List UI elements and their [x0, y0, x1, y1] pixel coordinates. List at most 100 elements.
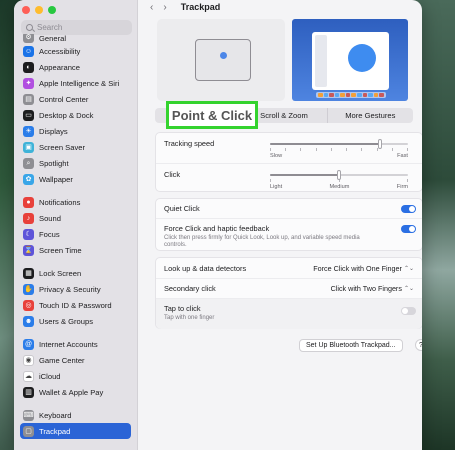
sidebar-item-label: Users & Groups: [39, 316, 94, 326]
sidebar-item-wallpaper[interactable]: ✿ Wallpaper: [20, 171, 131, 187]
search-placeholder: Search: [37, 23, 63, 32]
tracking-speed-knob[interactable]: [378, 139, 383, 149]
sidebar-list: ⚙ General ☺ Accessibility ◐ Appearance ✦ Apple …: [20, 34, 131, 439]
search-icon: [26, 24, 33, 31]
sidebar-item-label: Spotlight: [39, 158, 69, 168]
search-input[interactable]: Search: [21, 20, 132, 35]
force-click-label: Force Click and haptic feedback: [164, 224, 270, 233]
click-slider[interactable]: Light Medium Firm: [270, 170, 408, 190]
focus-icon: ☾: [23, 228, 34, 240]
popups-group: Look up & data detectors Force Click wit…: [155, 257, 422, 329]
tracking-speed-row: Tracking speed Slow Fast: [156, 133, 422, 163]
quiet-click-label: Quiet Click: [164, 204, 200, 213]
tap-to-click-label: Tap to click: [164, 304, 201, 313]
sidebar-item-appearance[interactable]: ◐ Appearance: [20, 59, 131, 75]
chevron-updown-icon: ⌃⌄: [403, 286, 414, 292]
page-title: Trackpad: [180, 2, 221, 12]
tracking-speed-slider[interactable]: Slow Fast: [270, 139, 408, 159]
firm-label: Firm: [396, 184, 408, 190]
sidebar-item-label: Trackpad: [39, 426, 71, 436]
sidebar-item-accessibility[interactable]: ☺ Accessibility: [20, 43, 131, 59]
privacy-icon: ✋: [23, 283, 34, 295]
sidebar-item-label: Desktop & Dock: [39, 110, 94, 120]
sidebar-item-label: Game Center: [39, 355, 85, 365]
preview-circle-icon: [348, 44, 376, 72]
sidebar-item-general[interactable]: ⚙ General: [20, 34, 131, 43]
toggles-group: Quiet Click Force Click and haptic feedb…: [155, 198, 422, 251]
internet-accounts-icon: @: [23, 338, 34, 350]
game-center-icon: ◉: [23, 354, 34, 366]
preview-dock: [316, 92, 386, 98]
sidebar-item-apple-intelligence-siri[interactable]: ✦ Apple Intelligence & Siri: [20, 75, 131, 91]
sidebar-item-label: Appearance: [39, 62, 80, 72]
quiet-click-toggle[interactable]: [401, 205, 416, 213]
keyboard-icon: ⌨: [23, 409, 34, 421]
medium-label: Medium: [329, 184, 350, 190]
lock-screen-icon: ▦: [23, 267, 34, 279]
sidebar-item-icloud[interactable]: ☁ iCloud: [20, 368, 131, 384]
sidebar-item-label: Notifications: [39, 197, 81, 207]
sidebar: Search ⚙ General ☺ Accessibility ◐ Appearance…: [14, 0, 138, 450]
dock-icon: ▭: [23, 109, 34, 121]
sidebar-item-wallet-apple-pay[interactable]: ▥ Wallet & Apple Pay: [20, 384, 131, 400]
tracking-speed-label: Tracking speed: [164, 139, 215, 148]
trackpad-preview: [157, 19, 285, 101]
sidebar-item-label: Screen Saver: [39, 142, 86, 152]
sidebar-item-screen-time[interactable]: ⌛ Screen Time: [20, 242, 131, 258]
click-label: Click: [164, 170, 181, 179]
sidebar-item-control-center[interactable]: ▤ Control Center: [20, 91, 131, 107]
sidebar-item-screen-saver[interactable]: ▣ Screen Saver: [20, 139, 131, 155]
appearance-icon: ◐: [23, 61, 34, 73]
siri-icon: ✦: [23, 77, 34, 89]
look-up-row: Look up & data detectors Force Click wit…: [156, 258, 422, 278]
look-up-popup[interactable]: Force Click with One Finger ⌃⌄: [313, 264, 414, 273]
tap-to-click-toggle[interactable]: [401, 307, 416, 315]
force-click-toggle[interactable]: [401, 225, 416, 233]
sidebar-item-lock-screen[interactable]: ▦ Lock Screen: [20, 265, 131, 281]
chevron-updown-icon: ⌃⌄: [403, 265, 414, 272]
control-center-icon: ▤: [23, 93, 34, 105]
gesture-preview: [147, 17, 411, 103]
zoom-button[interactable]: [48, 6, 56, 14]
sidebar-item-desktop-dock[interactable]: ▭ Desktop & Dock: [20, 107, 131, 123]
screen-saver-icon: ▣: [23, 141, 34, 153]
gear-icon: ⚙: [23, 34, 34, 43]
forward-arrow-icon[interactable]: ›: [163, 2, 166, 13]
trackpad-icon: ▢: [23, 425, 34, 437]
sidebar-item-internet-accounts[interactable]: @ Internet Accounts: [20, 336, 131, 352]
sidebar-item-label: iCloud: [39, 371, 61, 381]
sidebar-item-notifications[interactable]: ● Notifications: [20, 194, 131, 210]
sidebar-item-keyboard[interactable]: ⌨ Keyboard: [20, 407, 131, 423]
finger-dot-icon: [220, 52, 227, 59]
sidebar-item-label: Privacy & Security: [39, 284, 101, 294]
sidebar-item-touch-id-password[interactable]: ◎ Touch ID & Password: [20, 297, 131, 313]
back-arrow-icon[interactable]: ‹: [150, 2, 153, 13]
sound-icon: ♪: [23, 212, 34, 224]
tab-point-click[interactable]: Point & Click: [166, 101, 258, 129]
help-button[interactable]: ?: [415, 339, 422, 351]
sidebar-item-label: Focus: [39, 229, 60, 239]
force-click-description: Click then press firmly for Quick Look, …: [164, 235, 360, 249]
sidebar-item-label: Keyboard: [39, 410, 72, 420]
sidebar-item-spotlight[interactable]: ⌕ Spotlight: [20, 155, 131, 171]
tab-more-gestures[interactable]: More Gestures: [326, 108, 413, 123]
setup-bluetooth-trackpad-button[interactable]: Set Up Bluetooth Trackpad...: [299, 339, 403, 352]
sidebar-item-privacy-security[interactable]: ✋ Privacy & Security: [20, 281, 131, 297]
notifications-icon: ●: [23, 196, 34, 208]
touch-id-icon: ◎: [23, 299, 34, 311]
sidebar-item-users-groups[interactable]: ☻ Users & Groups: [20, 313, 131, 329]
secondary-click-label: Secondary click: [164, 284, 216, 293]
sidebar-item-label: Sound: [39, 213, 61, 223]
sidebar-item-label: Touch ID & Password: [39, 300, 112, 310]
sidebar-item-focus[interactable]: ☾ Focus: [20, 226, 131, 242]
sidebar-item-displays[interactable]: ☀ Displays: [20, 123, 131, 139]
sidebar-item-label: Internet Accounts: [39, 339, 98, 349]
sidebar-item-sound[interactable]: ♪ Sound: [20, 210, 131, 226]
click-knob[interactable]: [337, 170, 341, 180]
minimize-button[interactable]: [35, 6, 43, 14]
close-button[interactable]: [22, 6, 30, 14]
secondary-click-popup[interactable]: Click with Two Fingers ⌃⌄: [331, 284, 414, 293]
sidebar-item-game-center[interactable]: ◉ Game Center: [20, 352, 131, 368]
sidebar-item-label: Accessibility: [39, 46, 81, 56]
sidebar-item-trackpad[interactable]: ▢ Trackpad: [20, 423, 131, 439]
